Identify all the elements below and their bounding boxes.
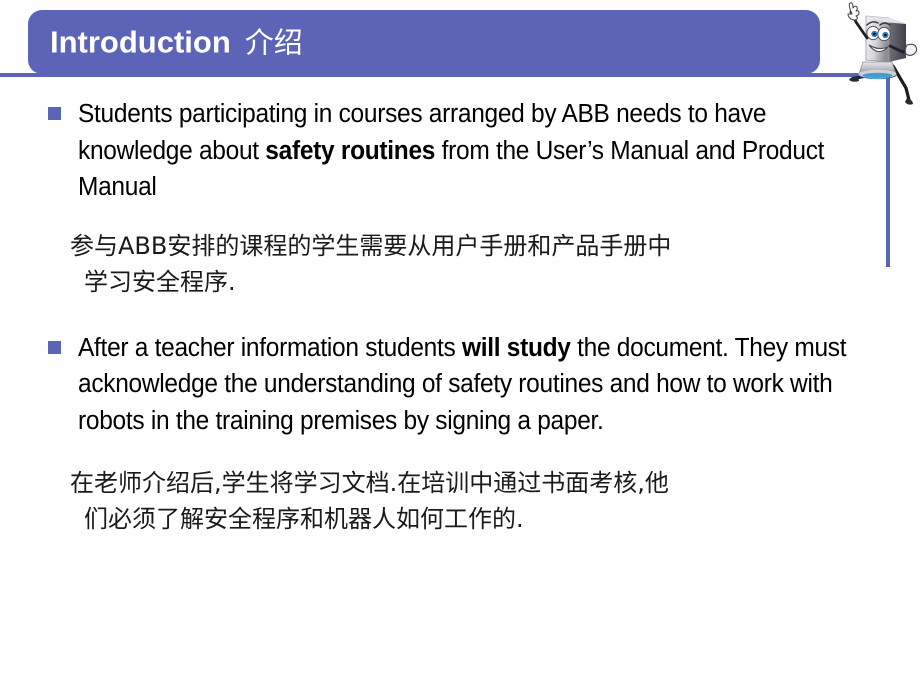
slide-canvas: Introduction 介绍 Students participating i… xyxy=(0,0,920,690)
chinese-paragraph-1-line-1: 参与ABB安排的课程的学生需要从用户手册和产品手册中 xyxy=(70,231,672,260)
page-title: Introduction 介绍 xyxy=(50,27,303,58)
chinese-paragraph-1: 参与ABB安排的课程的学生需要从用户手册和产品手册中 学习安全程序. xyxy=(0,228,880,300)
page-title-english: Introduction xyxy=(50,24,231,60)
bullet-2-text: After a teacher information students wil… xyxy=(78,330,848,440)
square-bullet-icon xyxy=(48,340,61,354)
horizontal-divider xyxy=(0,73,890,77)
slide-body: Students participating in courses arrang… xyxy=(0,96,880,537)
chinese-paragraph-2-line-2: 们必须了解安全程序和机器人如何工作的. xyxy=(84,505,524,533)
list-item: Students participating in courses arrang… xyxy=(0,96,880,206)
list-item: After a teacher information students wil… xyxy=(0,330,880,440)
bullet-2-emphasis: will study xyxy=(461,333,571,362)
square-bullet-icon xyxy=(48,107,61,120)
bullet-1-text: Students participating in courses arrang… xyxy=(78,96,848,206)
chinese-paragraph-2-line-1: 在老师介绍后,学生将学习文档.在培训中通过书面考核,他 xyxy=(70,469,669,497)
bullet-1-emphasis: safety routines xyxy=(265,136,436,165)
page-title-chinese: 介绍 xyxy=(244,25,303,60)
slide-title-bar: Introduction 介绍 xyxy=(28,10,820,74)
chinese-paragraph-1-line-2: 学习安全程序. xyxy=(84,267,236,296)
bullet-2-part-1: After a teacher information students xyxy=(78,333,462,362)
chinese-paragraph-2: 在老师介绍后,学生将学习文档.在培训中通过书面考核,他 们必须了解安全程序和机器… xyxy=(0,465,880,537)
